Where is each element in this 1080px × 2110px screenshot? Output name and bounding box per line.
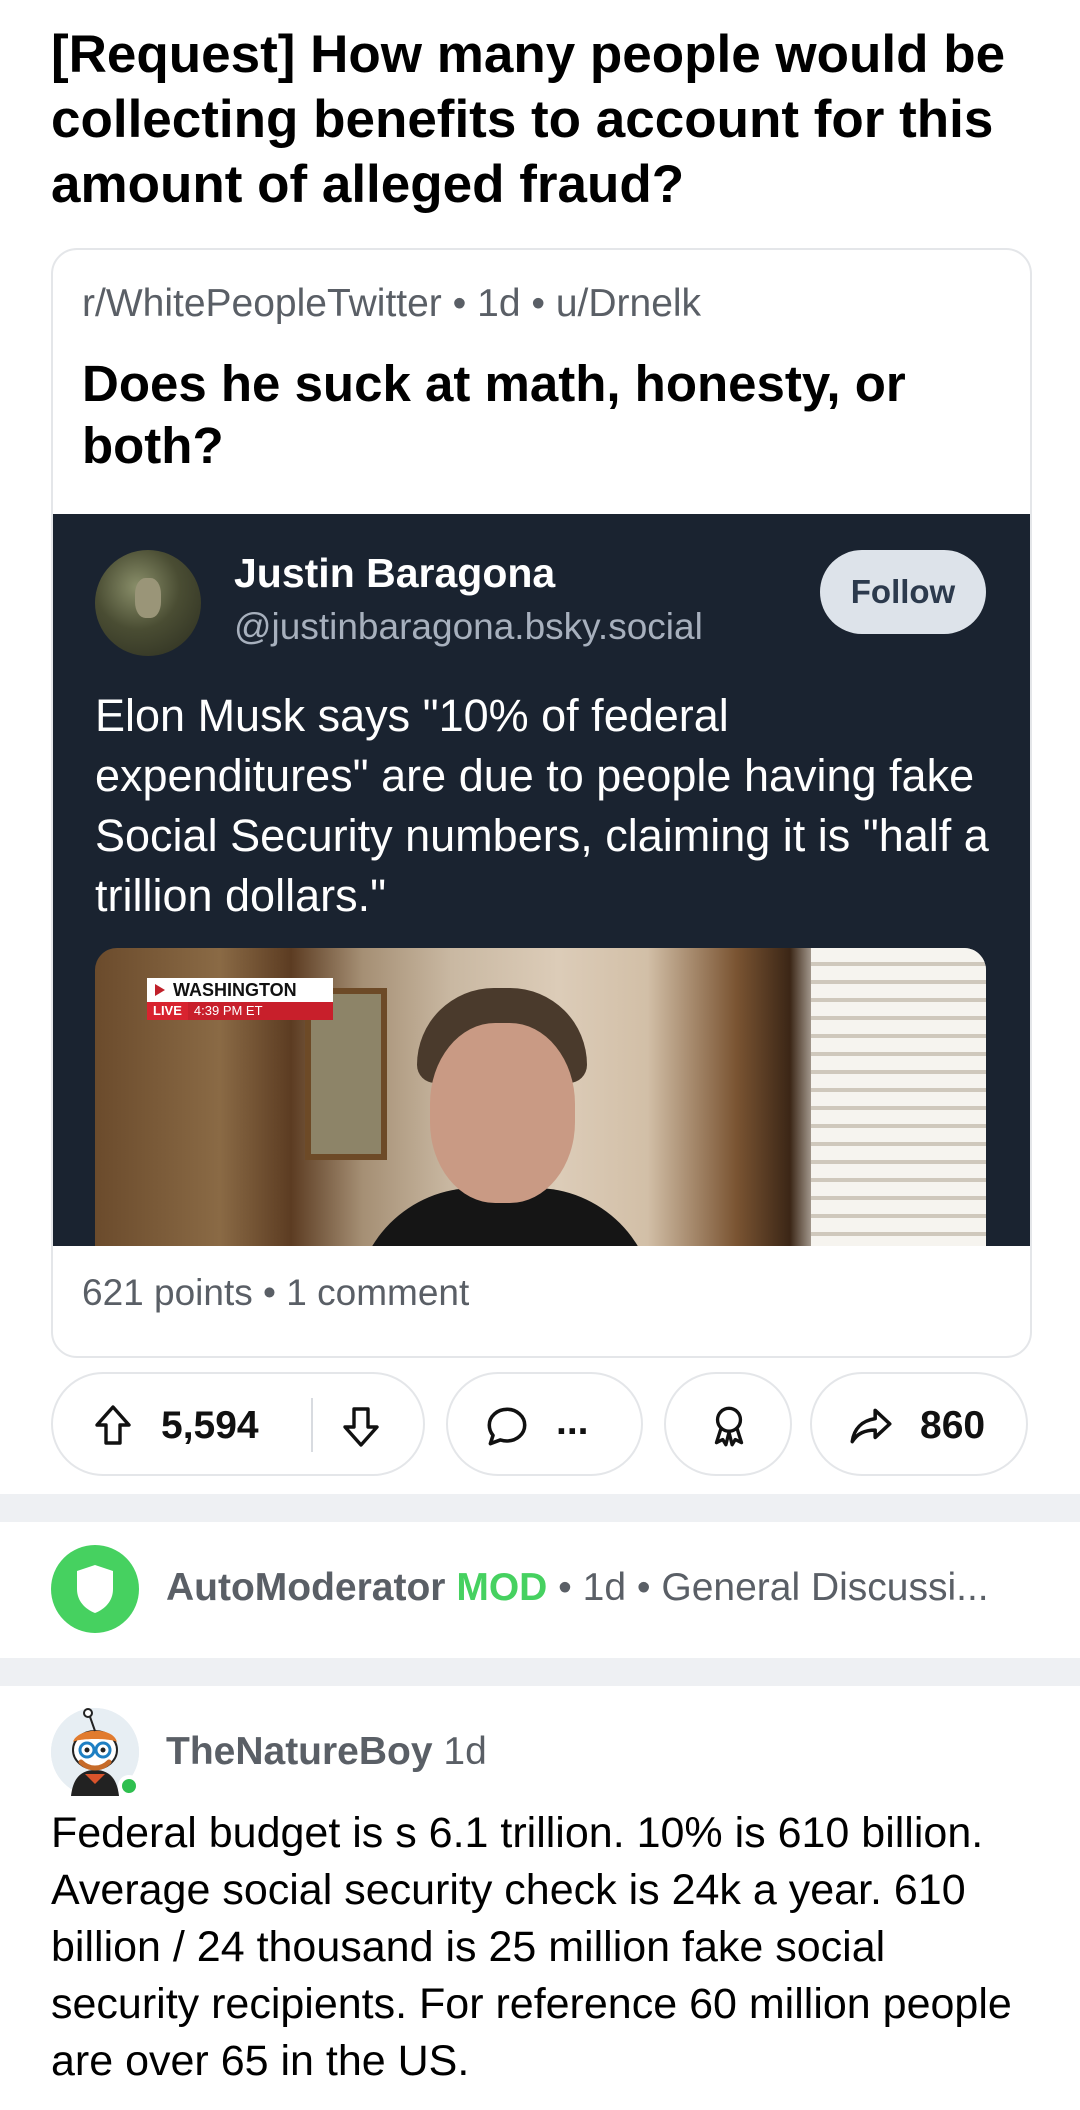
- automoderator-meta: • 1d • General Discussi...: [547, 1566, 989, 1609]
- comment-author[interactable]: TheNatureBoy: [166, 1730, 433, 1773]
- embedded-tweet-image[interactable]: Justin Baragona @justinbaragona.bsky.soc…: [53, 514, 1030, 1246]
- comment-icon: [487, 1407, 527, 1446]
- crosspost-card[interactable]: r/WhitePeopleTwitter • 1d • u/Drnelk Doe…: [51, 248, 1032, 1358]
- tweet-avatar: [95, 550, 201, 656]
- crosspost-title[interactable]: Does he suck at math, honesty, or both?: [82, 353, 982, 477]
- online-status-dot: [118, 1775, 140, 1797]
- vote-pill: 5,594: [51, 1372, 425, 1476]
- share-button[interactable]: 860: [810, 1372, 1028, 1476]
- tweet-author-handle: @justinbaragona.bsky.social: [234, 606, 703, 647]
- share-count: 860: [920, 1404, 986, 1447]
- mod-badge: MOD: [456, 1566, 548, 1609]
- upvote-icon[interactable]: [89, 1401, 137, 1449]
- comment-button[interactable]: ...: [446, 1372, 643, 1476]
- window-blinds: [811, 948, 986, 1246]
- tweet-author-name: Justin Baragona: [234, 550, 556, 596]
- live-news-badge: WASHINGTON LIVE 4:39 PM ET: [147, 978, 333, 1020]
- tweet-video-thumbnail: WASHINGTON LIVE 4:39 PM ET: [95, 948, 986, 1246]
- automoderator-avatar[interactable]: [51, 1545, 139, 1633]
- section-divider: [0, 1494, 1080, 1522]
- tweet-text: Elon Musk says "10% of federal expenditu…: [95, 690, 989, 921]
- crosspost-meta[interactable]: r/WhitePeopleTwitter • 1d • u/Drnelk: [82, 282, 701, 326]
- automoderator-username[interactable]: AutoModerator: [166, 1566, 445, 1609]
- shield-icon: [77, 1565, 113, 1613]
- downvote-icon[interactable]: [337, 1403, 385, 1451]
- share-icon: [850, 1408, 892, 1444]
- automoderator-header[interactable]: AutoModerator MOD • 1d • General Discuss…: [166, 1566, 989, 1610]
- comment-count: ...: [556, 1400, 589, 1443]
- comment-header[interactable]: TheNatureBoy 1d: [166, 1730, 487, 1774]
- award-button[interactable]: [664, 1372, 792, 1476]
- crosspost-stats: 621 points • 1 comment: [82, 1272, 470, 1313]
- vote-divider: [311, 1398, 313, 1452]
- comment-age: 1d: [443, 1730, 487, 1773]
- section-divider-2: [0, 1658, 1080, 1686]
- upvote-count: 5,594: [161, 1404, 259, 1447]
- person-figure: [355, 988, 655, 1246]
- comment-body: Federal budget is s 6.1 trillion. 10% is…: [51, 1809, 1012, 2085]
- tweet-follow-button: Follow: [820, 550, 986, 634]
- award-icon: [714, 1406, 744, 1447]
- post-title: [Request] How many people would be colle…: [51, 25, 1006, 214]
